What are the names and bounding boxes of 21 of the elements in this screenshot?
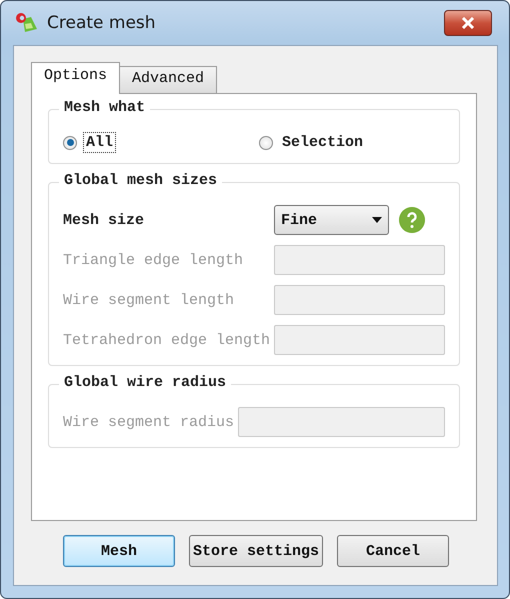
field-label: Wire segment radius <box>63 414 234 430</box>
mesh-size-dropdown[interactable]: Fine <box>274 205 390 235</box>
app-icon <box>15 11 39 35</box>
dialog-button[interactable]: Mesh <box>63 535 175 567</box>
field-label: Triangle edge length <box>63 252 244 268</box>
field-label: Wire segment length <box>63 292 236 308</box>
caret-icon <box>372 217 382 223</box>
dialog-button[interactable]: Store settings <box>189 535 324 567</box>
radio-label[interactable]: All <box>83 132 116 153</box>
close-icon <box>461 17 475 29</box>
tab[interactable]: Advanced <box>119 66 218 93</box>
field-label: Tetrahedron edge length <box>63 332 270 348</box>
field-label: Mesh size <box>63 212 146 228</box>
window-title: Create mesh <box>47 13 157 33</box>
radio-button[interactable] <box>63 136 77 150</box>
tab[interactable]: Options <box>31 62 120 94</box>
help-icon[interactable] <box>399 207 426 233</box>
radio-button[interactable] <box>259 136 273 150</box>
close-button[interactable] <box>444 10 492 36</box>
radio-label[interactable]: Selection <box>279 132 366 153</box>
dialog-button[interactable]: Cancel <box>337 535 450 567</box>
